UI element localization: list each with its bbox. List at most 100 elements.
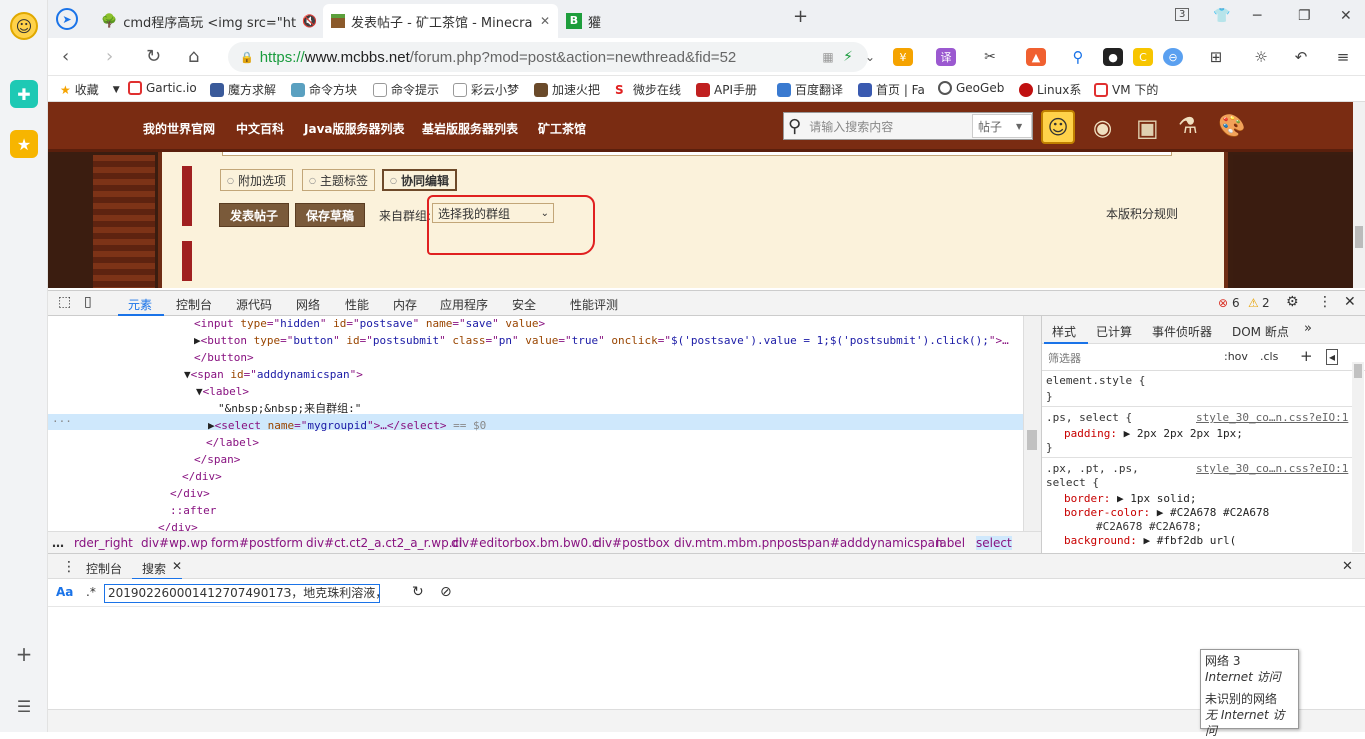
forward-icon[interactable]: ›	[106, 46, 113, 67]
post-submit-button[interactable]: 发表帖子	[219, 203, 289, 227]
breadcrumb-item[interactable]: div#wp.wp	[141, 536, 208, 550]
regex-toggle[interactable]: .*	[86, 585, 96, 599]
minimize-icon[interactable]: ─	[1253, 8, 1261, 24]
style-rule-line[interactable]: #C2A678 #C2A678;	[1096, 520, 1202, 534]
apps-grid-icon[interactable]: ⊞	[1206, 48, 1226, 66]
bookmark-item[interactable]: 加速火把	[534, 81, 600, 98]
more-tabs-icon[interactable]: »	[1304, 321, 1312, 336]
match-case-toggle[interactable]: Aa	[56, 585, 73, 599]
close-window-icon[interactable]: ✕	[1340, 8, 1352, 24]
nav-wiki[interactable]: 中文百科	[236, 120, 284, 137]
tab-event-listeners[interactable]: 事件侦听器	[1152, 323, 1212, 340]
close-search-tab-icon[interactable]: ✕	[172, 559, 182, 573]
dom-node-line[interactable]: "&nbsp;&nbsp;来自群组:"	[218, 401, 361, 417]
breadcrumb-item-selected[interactable]: select	[976, 536, 1012, 550]
dom-node-line[interactable]: ::after	[170, 503, 216, 519]
block-icon[interactable]: ⊖	[1163, 48, 1183, 66]
dom-node-line[interactable]: </div>	[170, 486, 210, 502]
bookmark-item[interactable]: GeoGeb	[938, 81, 1004, 95]
extension-icon[interactable]: ●	[1103, 48, 1123, 66]
dom-node-line[interactable]: ▼<span id="adddynamicspan">	[184, 367, 363, 383]
user-avatar[interactable]: ☺	[1041, 110, 1075, 144]
brightness-icon[interactable]: ☼	[1251, 48, 1271, 66]
drawer-tab-console[interactable]: 控制台	[86, 560, 122, 577]
style-rule-line[interactable]: select {	[1046, 476, 1099, 490]
tab-console[interactable]: 控制台	[176, 296, 212, 313]
tab-security[interactable]: 安全	[512, 296, 536, 313]
style-rule-line[interactable]: background: ▶ #fbf2db url(	[1064, 534, 1236, 548]
elements-tree[interactable]: ··· <input type="hidden" id="postsave" n…	[48, 316, 1023, 531]
back-icon[interactable]: ‹	[62, 46, 69, 67]
bookmark-item[interactable]: 魔方求解	[210, 81, 276, 98]
device-toggle-icon[interactable]: ▯	[84, 294, 92, 310]
tab-sources[interactable]: 源代码	[236, 296, 272, 313]
rules-link[interactable]: 本版积分规则	[1106, 205, 1178, 222]
style-source-link[interactable]: style_30_co…n.css?eIO:1	[1196, 411, 1348, 425]
nav-bedrock-servers[interactable]: 基岩版服务器列表	[422, 120, 518, 137]
close-drawer-icon[interactable]: ✕	[1342, 559, 1353, 574]
dom-node-line[interactable]: </div>	[182, 469, 222, 485]
breadcrumb-item[interactable]: div#postbox	[594, 536, 670, 550]
settings-gear-icon[interactable]: ⚙	[1286, 294, 1299, 310]
tab-badger[interactable]: B 獾	[558, 4, 778, 38]
chest-icon[interactable]: ▣	[1136, 114, 1159, 142]
new-rule-icon[interactable]: +	[1300, 347, 1313, 365]
style-rule-line[interactable]: .px, .pt, .ps,	[1046, 462, 1139, 476]
url-field[interactable]: 🔒 https://www.mcbbs.net/forum.php?mod=po…	[228, 42, 868, 72]
tab-cmd[interactable]: 🌳 cmd程序高玩 <img src="ht 🔇	[93, 4, 323, 38]
breadcrumb-item[interactable]: form#postform	[211, 536, 303, 550]
bookmark-item[interactable]: API手册	[696, 81, 757, 98]
bookmark-item[interactable]: 首页 | Fa	[858, 81, 925, 98]
breadcrumb-item[interactable]: rder_right	[74, 536, 133, 550]
breadcrumb-item[interactable]: div.mtm.mbm.pnpost	[674, 536, 803, 550]
drawer-tab-search[interactable]: 搜索	[142, 560, 166, 577]
search-type-select[interactable]: 帖子 ▼	[972, 114, 1032, 138]
inspect-element-icon[interactable]: ⬚	[58, 294, 71, 310]
bookmark-item[interactable]: VM 下的	[1094, 81, 1158, 98]
breadcrumb-item[interactable]: div#ct.ct2_a.ct2_a_r.wp.cl	[306, 536, 462, 550]
style-rule-line[interactable]: }	[1046, 441, 1053, 455]
coin-icon[interactable]: ¥	[893, 48, 913, 66]
bookmark-item[interactable]: Gartic.io	[128, 81, 197, 95]
dom-node-line[interactable]: <input type="hidden" id="postsave" name=…	[194, 316, 545, 332]
more-vert-icon[interactable]: ⋮	[1318, 294, 1332, 310]
node-ellipsis[interactable]: ···	[52, 414, 72, 430]
nav-tea-house[interactable]: 矿工茶馆	[538, 120, 586, 137]
style-rule-line[interactable]: }	[1046, 390, 1053, 404]
restore-icon[interactable]: ❐	[1298, 8, 1311, 24]
qr-icon[interactable]: ▦	[818, 48, 838, 66]
breadcrumb-item[interactable]: label	[936, 536, 965, 550]
error-icon[interactable]: ⊗	[1218, 296, 1228, 310]
lightning-icon[interactable]: ⚡	[838, 48, 858, 66]
refresh-search-icon[interactable]: ↻	[412, 584, 424, 600]
extra-options-button[interactable]: ○ 附加选项	[220, 169, 293, 191]
tab-styles[interactable]: 样式	[1052, 323, 1076, 340]
tab-lighthouse[interactable]: 性能评测	[570, 296, 618, 313]
filter-input[interactable]: 筛选器	[1048, 350, 1214, 366]
elements-scrollbar[interactable]	[1023, 316, 1041, 531]
bookmark-item[interactable]: S 微步在线	[615, 81, 681, 98]
home-icon[interactable]: ⌂	[188, 46, 199, 67]
tab-dom-breakpoints[interactable]: DOM 断点	[1232, 323, 1289, 340]
close-tab-icon[interactable]: ✕	[540, 14, 550, 28]
search-icon[interactable]: ⚲	[788, 116, 801, 137]
reload-icon[interactable]: ↻	[146, 46, 161, 67]
sidebar-toggle-icon[interactable]: ◂	[1326, 349, 1339, 365]
co-edit-button[interactable]: ○ 协同编辑	[382, 169, 457, 191]
drawer-menu-icon[interactable]: ⋮	[62, 559, 76, 575]
tab-network[interactable]: 网络	[296, 296, 320, 313]
style-rule-line[interactable]: border-color: ▶ #C2A678 #C2A678	[1064, 506, 1269, 520]
favorites-star-icon[interactable]: ★	[10, 130, 38, 158]
breadcrumb-item[interactable]: div#editorbox.bm.bw0.cl	[451, 536, 602, 550]
dom-node-line[interactable]: </span>	[194, 452, 240, 468]
search-query-input[interactable]: 20190226000141270749017З，地克珠利溶液，兽药	[104, 584, 380, 603]
breadcrumb-item[interactable]: span#adddynamicspan	[801, 536, 943, 550]
translate-icon[interactable]: 译	[936, 48, 956, 66]
bookmark-favorites[interactable]: ★ 收藏 ▼	[60, 81, 120, 98]
elements-scrollbar-thumb[interactable]	[1027, 430, 1037, 450]
tab-performance[interactable]: 性能	[345, 296, 369, 313]
nav-official-site[interactable]: 我的世界官网	[143, 120, 215, 137]
styles-scrollbar[interactable]	[1352, 362, 1364, 552]
palette-icon[interactable]: 🎨	[1218, 114, 1245, 139]
style-rule-line[interactable]: element.style {	[1046, 374, 1145, 388]
